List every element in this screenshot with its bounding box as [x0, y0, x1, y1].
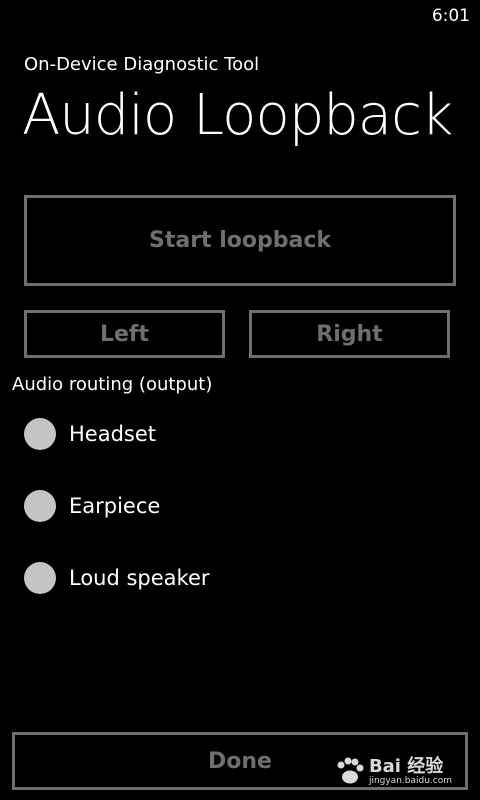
radio-label: Loud speaker	[69, 566, 210, 590]
radio-circle-icon[interactable]	[24, 490, 56, 522]
radio-circle-icon[interactable]	[24, 418, 56, 450]
start-loopback-button[interactable]: Start loopback	[24, 195, 456, 286]
watermark-text: Bai 经验 jingyan.baidu.com	[368, 756, 452, 787]
radio-earpiece[interactable]: Earpiece	[24, 489, 160, 523]
page-title: Audio Loopback	[22, 83, 453, 148]
watermark-brand: Bai 经验	[368, 756, 444, 777]
watermark-site: jingyan.baidu.com	[368, 776, 452, 786]
paw-icon	[337, 757, 364, 784]
left-channel-button[interactable]: Left	[24, 310, 225, 358]
radio-circle-icon[interactable]	[24, 562, 56, 594]
radio-headset[interactable]: Headset	[24, 417, 156, 451]
radio-loud-speaker[interactable]: Loud speaker	[24, 561, 210, 595]
status-time: 6:01	[431, 6, 470, 26]
radio-label: Headset	[69, 422, 157, 446]
baidu-watermark: Bai 经验 jingyan.baidu.com	[333, 756, 452, 786]
audio-routing-label: Audio routing (output)	[12, 374, 213, 395]
right-channel-button[interactable]: Right	[249, 310, 450, 358]
app-title: On-Device Diagnostic Tool	[24, 54, 260, 75]
radio-label: Earpiece	[69, 494, 161, 518]
